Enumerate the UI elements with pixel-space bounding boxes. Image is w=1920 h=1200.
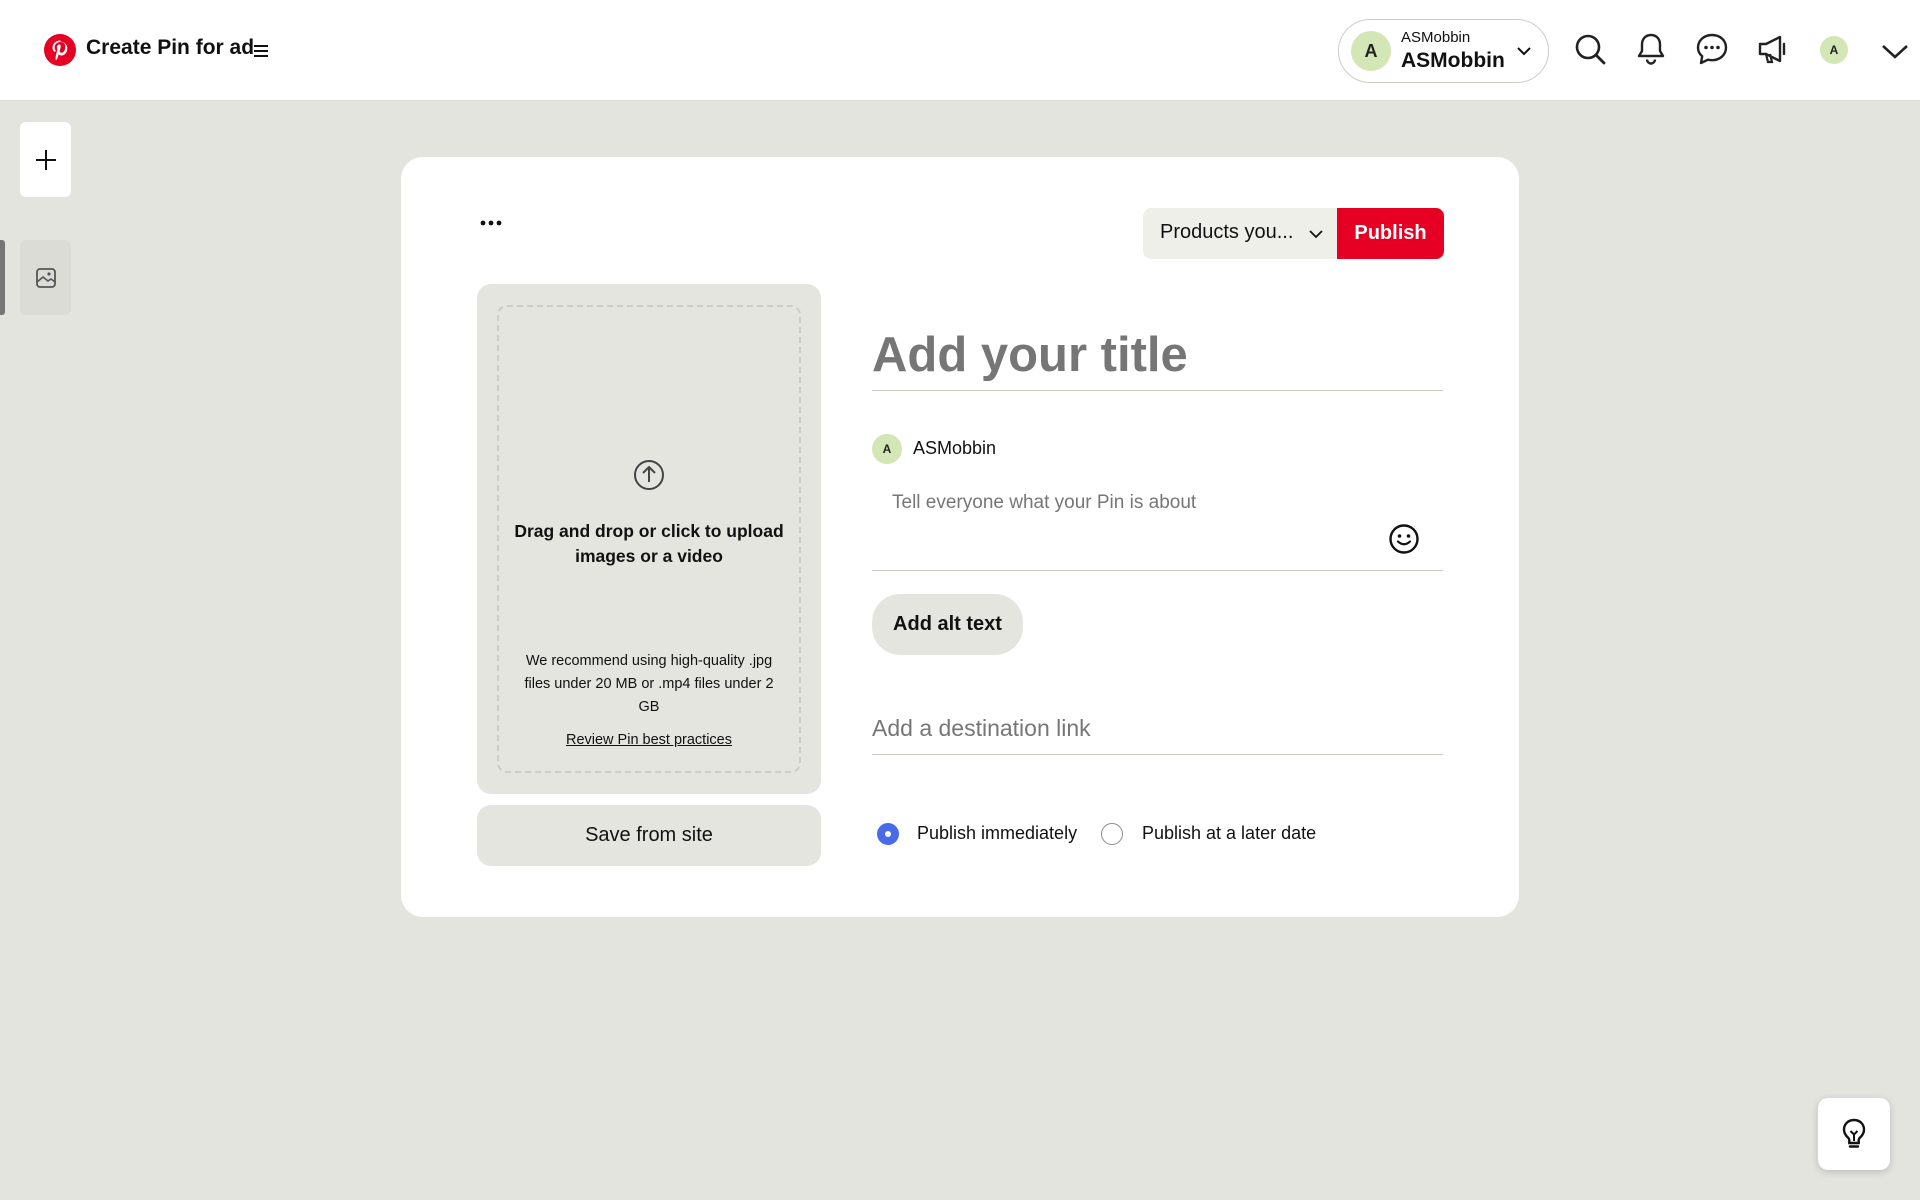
chevron-down-icon[interactable] xyxy=(1880,40,1910,62)
best-practices-link[interactable]: Review Pin best practices xyxy=(497,732,801,748)
author-avatar: A xyxy=(872,434,902,464)
menu-icon[interactable] xyxy=(252,40,272,62)
publish-button[interactable]: Publish xyxy=(1337,208,1444,259)
account-avatar: A xyxy=(1351,31,1391,71)
add-alt-text-button[interactable]: Add alt text xyxy=(872,594,1023,655)
destination-link-input[interactable] xyxy=(872,703,1443,755)
account-name-small: ASMobbin xyxy=(1401,29,1471,46)
upload-arrow-icon xyxy=(634,460,664,490)
upload-recommendation: We recommend using high-quality .jpg fil… xyxy=(524,653,774,715)
lightbulb-icon xyxy=(1842,1118,1866,1148)
chevron-down-icon xyxy=(1309,230,1323,239)
help-button[interactable] xyxy=(1818,1098,1890,1170)
image-icon xyxy=(35,267,56,288)
board-select-value: Products you... xyxy=(1160,221,1294,243)
description-input[interactable] xyxy=(872,480,1443,571)
publish-later-label[interactable]: Publish at a later date xyxy=(1142,823,1316,844)
chat-icon[interactable] xyxy=(1695,32,1729,66)
plus-icon xyxy=(35,149,56,170)
upload-instructions: Drag and drop or click to upload images … xyxy=(514,521,784,566)
pinterest-logo-icon[interactable] xyxy=(44,34,76,66)
title-input[interactable] xyxy=(872,307,1443,391)
more-options-icon[interactable] xyxy=(475,215,507,231)
publish-later-radio[interactable] xyxy=(1101,823,1123,845)
bell-icon[interactable] xyxy=(1634,32,1668,66)
emoji-icon[interactable] xyxy=(1388,523,1420,555)
search-icon[interactable] xyxy=(1573,32,1607,66)
account-name: ASMobbin xyxy=(1401,49,1505,72)
author-name: ASMobbin xyxy=(913,438,997,458)
rail-active-indicator xyxy=(0,240,5,315)
pin-editor-card: Products you... Publish Drag and drop or… xyxy=(401,157,1519,917)
publish-immediately-label[interactable]: Publish immediately xyxy=(917,823,1077,844)
save-from-site-button[interactable]: Save from site xyxy=(477,805,821,866)
create-new-button[interactable] xyxy=(20,122,71,197)
chevron-down-icon xyxy=(1517,47,1531,56)
page-title: Create Pin for ad xyxy=(86,36,255,59)
user-avatar[interactable]: A xyxy=(1820,36,1848,64)
top-header: Create Pin for ad A ASMobbin ASMobbin A xyxy=(0,0,1920,101)
media-upload-area[interactable]: Drag and drop or click to upload images … xyxy=(477,284,821,794)
pin-draft-thumbnail[interactable] xyxy=(20,240,71,315)
board-select[interactable]: Products you... xyxy=(1143,208,1338,259)
account-switcher[interactable]: A ASMobbin ASMobbin xyxy=(1338,19,1549,83)
megaphone-icon[interactable] xyxy=(1756,32,1790,66)
publish-immediately-radio[interactable] xyxy=(877,823,899,845)
